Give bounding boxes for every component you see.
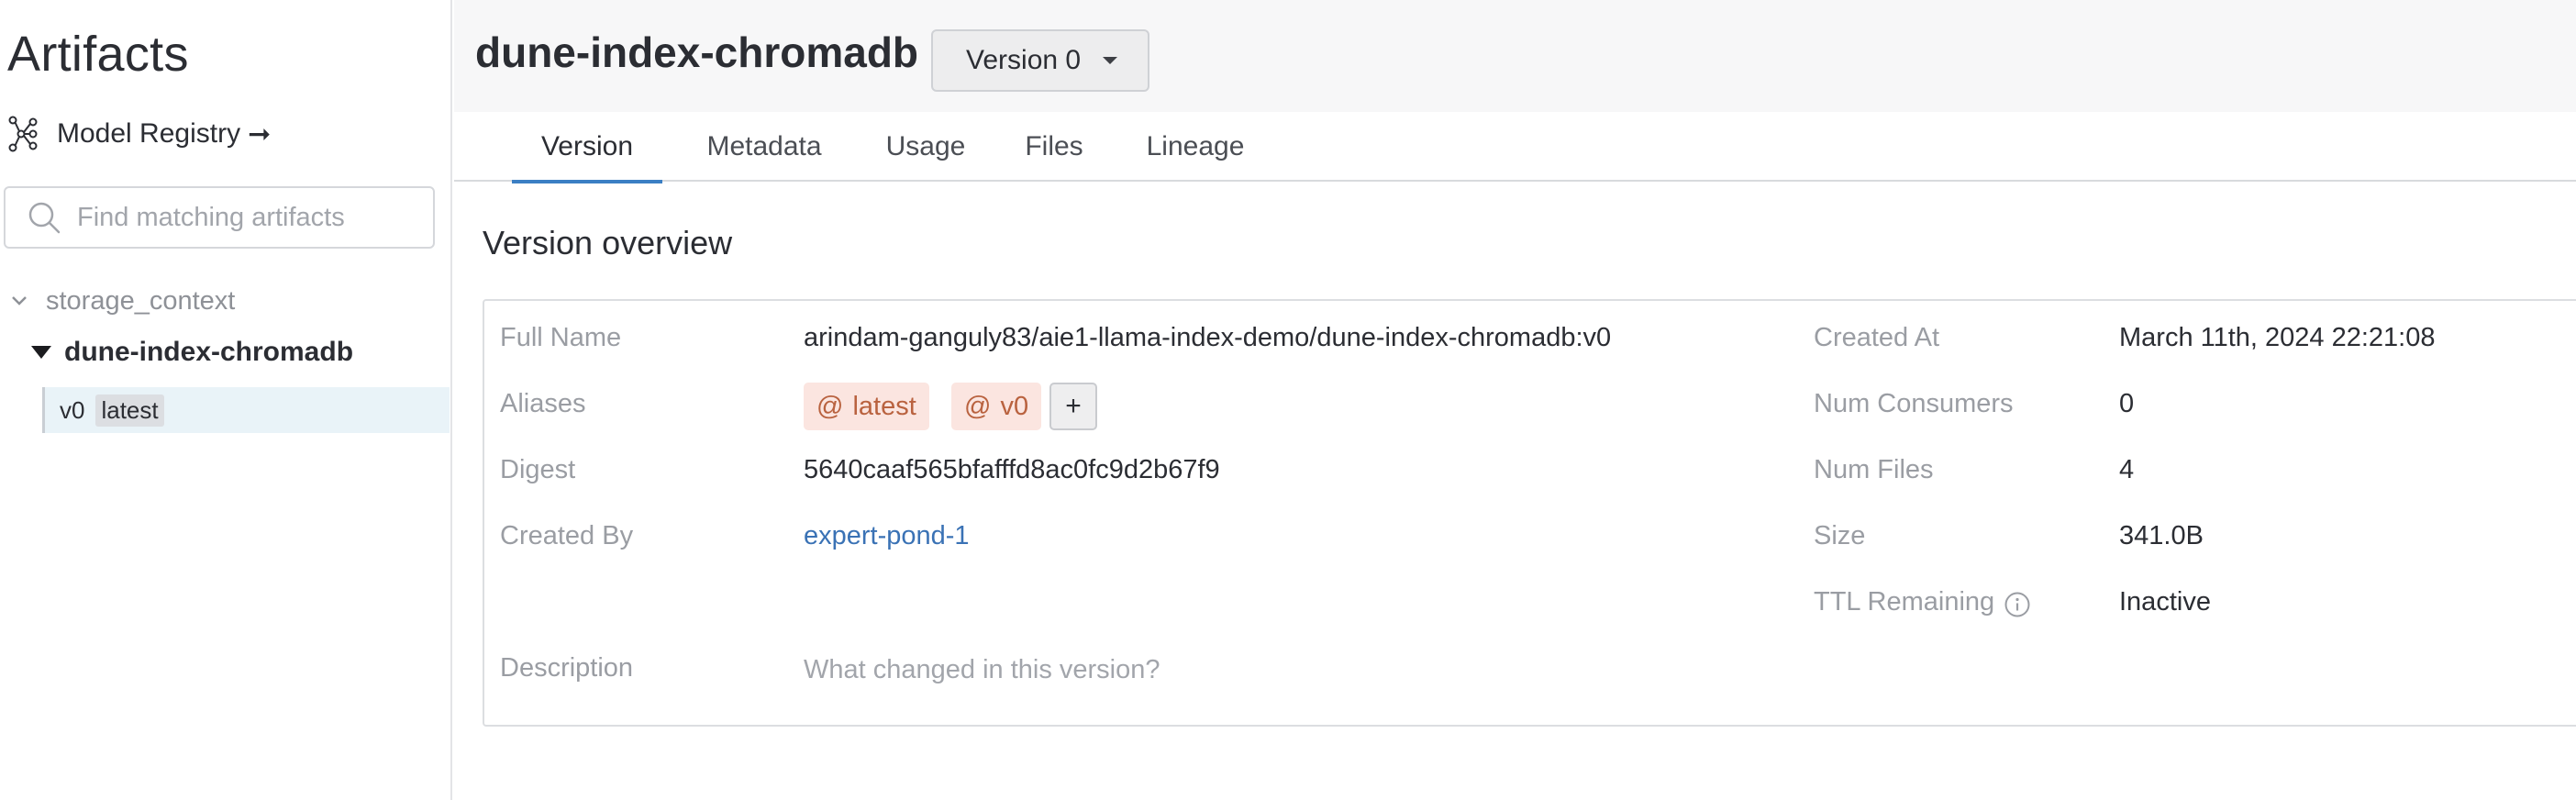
size-value: 341.0B — [2119, 521, 2204, 550]
chevron-down-icon — [12, 296, 27, 306]
num-consumers-label: Num Consumers — [1814, 389, 2014, 418]
tree-type-storage-context[interactable]: storage_context — [9, 283, 235, 319]
full-name-value: arindam-ganguly83/aie1-llama-index-demo/… — [804, 323, 1612, 352]
aliases-label: Aliases — [500, 389, 586, 418]
version-dropdown-label: Version 0 — [966, 45, 1082, 75]
caret-down-icon — [31, 346, 51, 359]
arrow-right-icon: ➞ — [248, 118, 272, 150]
num-consumers-value: 0 — [2119, 389, 2135, 418]
digest-label: Digest — [500, 455, 576, 484]
info-icon[interactable] — [2004, 591, 2031, 618]
tab-files[interactable]: Files — [1013, 112, 1095, 182]
alias-chip-label: v0 — [1000, 391, 1029, 421]
created-by-link[interactable]: expert-pond-1 — [804, 521, 970, 551]
created-at-value: March 11th, 2024 22:21:08 — [2119, 323, 2436, 352]
main-panel: dune-index-chromadb Version 0 Version Me… — [454, 0, 2576, 800]
tab-lineage[interactable]: Lineage — [1140, 112, 1250, 182]
at-icon: @ — [964, 391, 992, 421]
sidebar-title: Artifacts — [7, 27, 189, 82]
section-title: Version overview — [483, 224, 733, 261]
alias-chip-latest[interactable]: @ latest — [804, 383, 929, 430]
search-input[interactable] — [77, 202, 426, 233]
model-registry-link[interactable]: Model Registry ➞ — [7, 110, 271, 158]
version-overview-card: Full Name arindam-ganguly83/aie1-llama-i… — [483, 299, 2576, 727]
size-label: Size — [1814, 521, 1866, 550]
artifacts-app: Artifacts Model Registry ➞ Find matching… — [0, 0, 2576, 800]
model-registry-icon — [8, 116, 38, 152]
sidebar: Artifacts Model Registry ➞ Find matching… — [0, 0, 452, 800]
ttl-label: TTL Remaining — [1814, 587, 1995, 617]
model-registry-label: Model Registry — [57, 118, 241, 149]
tab-metadata[interactable]: Metadata — [696, 112, 832, 182]
artifact-title: dune-index-chromadb — [475, 28, 919, 76]
tab-version[interactable]: Version — [512, 112, 662, 183]
search-icon — [28, 202, 61, 234]
created-by-label: Created By — [500, 521, 634, 550]
tree-type-label: storage_context — [46, 285, 236, 316]
caret-down-icon — [1103, 57, 1118, 64]
tree-version-label: v0 — [60, 395, 85, 424]
created-at-label: Created At — [1814, 323, 1940, 352]
num-files-label: Num Files — [1814, 455, 1934, 484]
version-dropdown[interactable]: Version 0 — [931, 29, 1149, 92]
alias-chip-label: latest — [852, 391, 916, 421]
description-label: Description — [500, 653, 634, 683]
tree-artifact-dune-index-chromadb[interactable]: dune-index-chromadb — [31, 334, 353, 371]
tree-version-tag: latest — [95, 394, 164, 427]
num-files-value: 4 — [2119, 455, 2135, 484]
tab-usage[interactable]: Usage — [880, 112, 972, 182]
digest-value: 5640caaf565bfafffd8ac0fc9d2b67f9 — [804, 455, 1220, 484]
tab-bar: Version Metadata Usage Files Lineage — [454, 112, 2576, 183]
at-icon: @ — [816, 391, 844, 421]
add-alias-button[interactable]: + — [1049, 383, 1097, 430]
ttl-value: Inactive — [2119, 587, 2211, 617]
description-input[interactable] — [804, 655, 1538, 685]
tree-version-v0[interactable]: v0 latest — [42, 387, 450, 433]
full-name-label: Full Name — [500, 323, 622, 352]
alias-chip-v0[interactable]: @ v0 — [951, 383, 1042, 430]
tree-artifact-label: dune-index-chromadb — [64, 337, 354, 367]
artifact-search[interactable] — [4, 186, 435, 249]
artifact-header: dune-index-chromadb Version 0 — [454, 0, 2576, 112]
